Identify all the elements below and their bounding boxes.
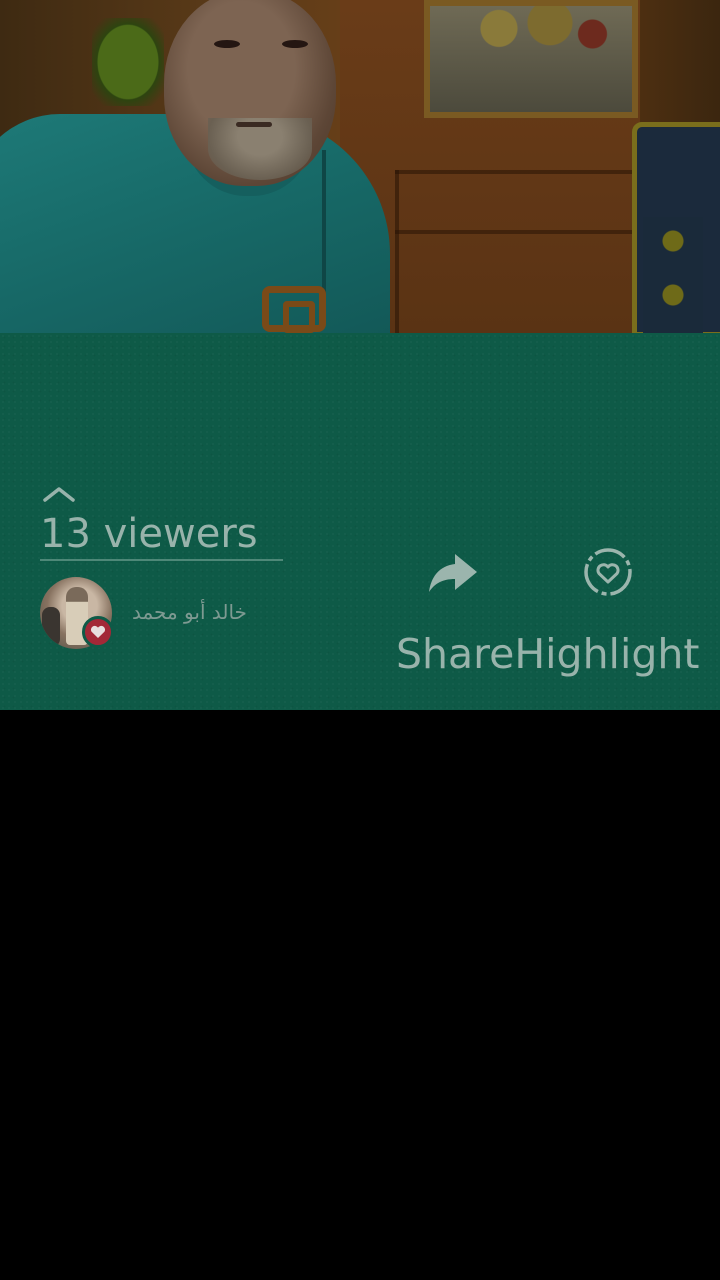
plant: [92, 18, 164, 106]
wall-molding: [395, 170, 399, 333]
top-viewer-name[interactable]: خالد أبو محمد: [132, 597, 268, 627]
video-frame: [0, 0, 720, 333]
person-beard: [208, 118, 312, 180]
viewers-divider: [40, 559, 283, 561]
heart-glyph: [90, 625, 106, 638]
chevron-up-icon[interactable]: [42, 485, 76, 503]
share-arrow-icon[interactable]: [425, 544, 481, 600]
action-labels: ShareHighlight: [396, 626, 699, 682]
chair-pattern: [643, 217, 703, 333]
painting-flowers: [448, 6, 618, 62]
chair: [632, 122, 720, 333]
wall-molding: [395, 230, 640, 234]
person-mouth: [236, 122, 272, 127]
shirt-logo: [262, 286, 326, 333]
avatar-background-figure: [42, 607, 60, 647]
person-eye: [214, 40, 240, 48]
heart-icon: [82, 616, 114, 648]
shirt-seam: [322, 150, 326, 300]
heart-circle-icon[interactable]: [580, 544, 636, 600]
wall-molding: [395, 170, 640, 174]
person-eye: [282, 40, 308, 48]
viewers-count[interactable]: 13 viewers: [40, 508, 258, 560]
share-button[interactable]: Share: [396, 630, 514, 678]
highlight-button[interactable]: Highlight: [514, 630, 699, 678]
wall-painting: [424, 0, 638, 118]
